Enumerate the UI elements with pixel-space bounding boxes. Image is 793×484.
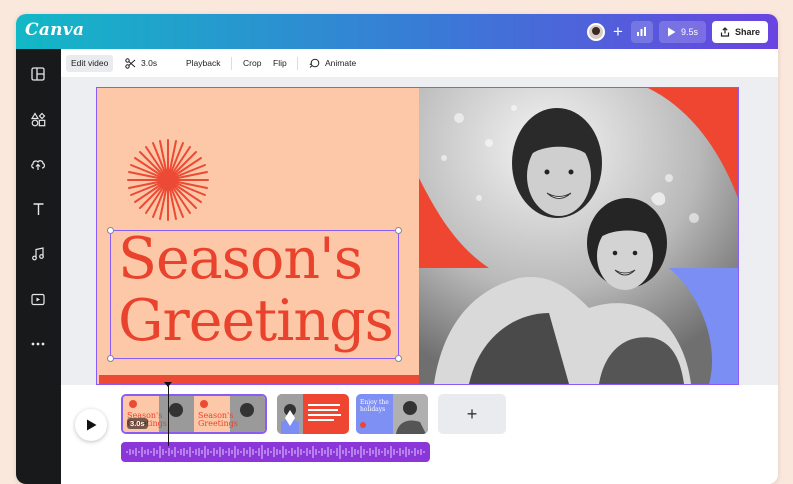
resize-handle[interactable] bbox=[107, 227, 114, 234]
video-icon bbox=[31, 293, 45, 305]
svg-text:holidays: holidays bbox=[360, 406, 385, 413]
app-window: Canva + 9.5s Share Edit video 3.0s Playb… bbox=[16, 14, 778, 484]
share-icon bbox=[720, 26, 730, 37]
canva-logo[interactable]: Canva bbox=[25, 20, 84, 40]
timeline-clip-3[interactable]: Enjoy the holidays bbox=[356, 394, 428, 434]
clip-duration-badge: 3.0s bbox=[127, 418, 148, 429]
toolbar-divider bbox=[297, 57, 298, 70]
edit-video-button[interactable]: Edit video bbox=[66, 55, 114, 72]
greeting-textbox[interactable]: Season's Greetings bbox=[107, 227, 402, 362]
animate-button[interactable]: Animate bbox=[309, 55, 356, 72]
add-collaborator-button[interactable]: + bbox=[611, 22, 625, 41]
toolbar-divider bbox=[231, 57, 232, 70]
sidebar bbox=[16, 49, 61, 484]
play-icon bbox=[86, 419, 96, 431]
timeline-clip-2[interactable] bbox=[277, 394, 349, 434]
more-icon bbox=[31, 342, 45, 346]
avatar[interactable] bbox=[586, 22, 605, 41]
layout-icon bbox=[31, 67, 45, 81]
family-photo[interactable] bbox=[419, 88, 738, 384]
sidebar-item-text[interactable] bbox=[30, 201, 46, 217]
timeline-clip-1[interactable]: Season's Greetings Season's Greetings 3.… bbox=[121, 394, 267, 434]
editor-workspace: Season's Greetings bbox=[61, 77, 778, 385]
animate-label: Animate bbox=[325, 58, 357, 68]
flip-button[interactable]: Flip bbox=[273, 55, 287, 72]
insights-button[interactable] bbox=[630, 20, 653, 43]
chart-icon bbox=[637, 27, 647, 36]
shapes-icon bbox=[30, 111, 45, 126]
timeline-panel: Season's Greetings Season's Greetings 3.… bbox=[61, 382, 778, 484]
clip-2-thumbnail bbox=[277, 394, 349, 434]
heading-line-1: Season's bbox=[118, 226, 363, 292]
sidebar-item-elements[interactable] bbox=[30, 111, 46, 127]
red-border-strip bbox=[99, 375, 419, 384]
play-duration-label: 9.5s bbox=[680, 26, 698, 37]
clip-3-thumbnail: Enjoy the holidays bbox=[356, 394, 428, 434]
animate-icon bbox=[309, 58, 320, 68]
heading-line-2: Greetings bbox=[118, 288, 394, 354]
resize-handle[interactable] bbox=[107, 355, 114, 362]
play-icon bbox=[667, 27, 676, 36]
sidebar-item-videos[interactable] bbox=[30, 291, 46, 307]
starburst-graphic[interactable] bbox=[126, 138, 210, 222]
scissors-icon bbox=[125, 58, 136, 69]
timeline-play-button[interactable] bbox=[75, 409, 107, 441]
music-icon bbox=[32, 247, 44, 261]
sidebar-item-uploads[interactable] bbox=[30, 156, 46, 172]
clip-duration: 3.0s bbox=[141, 58, 158, 68]
svg-text:Enjoy the: Enjoy the bbox=[360, 399, 389, 406]
present-play-button[interactable]: 9.5s bbox=[658, 20, 706, 43]
top-bar: Canva + 9.5s Share bbox=[16, 14, 778, 49]
photo-artwork bbox=[419, 88, 738, 384]
playback-button[interactable]: Playback bbox=[186, 55, 221, 72]
sidebar-item-templates[interactable] bbox=[30, 66, 46, 82]
playhead[interactable] bbox=[168, 386, 169, 446]
top-bar-actions: + 9.5s Share bbox=[586, 20, 768, 43]
share-button[interactable]: Share bbox=[711, 20, 768, 43]
cloud-upload-icon bbox=[31, 160, 45, 170]
crop-button[interactable]: Crop bbox=[243, 55, 261, 72]
resize-handle[interactable] bbox=[395, 355, 402, 362]
text-icon bbox=[33, 203, 43, 215]
add-clip-button[interactable]: + bbox=[438, 394, 506, 434]
resize-handle[interactable] bbox=[395, 227, 402, 234]
svg-text:Greetings: Greetings bbox=[198, 419, 238, 428]
sidebar-item-audio[interactable] bbox=[30, 246, 46, 262]
share-label: Share bbox=[734, 26, 760, 37]
sidebar-item-more[interactable] bbox=[30, 336, 46, 352]
trim-button[interactable]: 3.0s bbox=[125, 55, 157, 72]
design-canvas[interactable]: Season's Greetings bbox=[97, 88, 738, 384]
context-toolbar: Edit video 3.0s Playback Crop Flip Anima… bbox=[61, 49, 778, 78]
